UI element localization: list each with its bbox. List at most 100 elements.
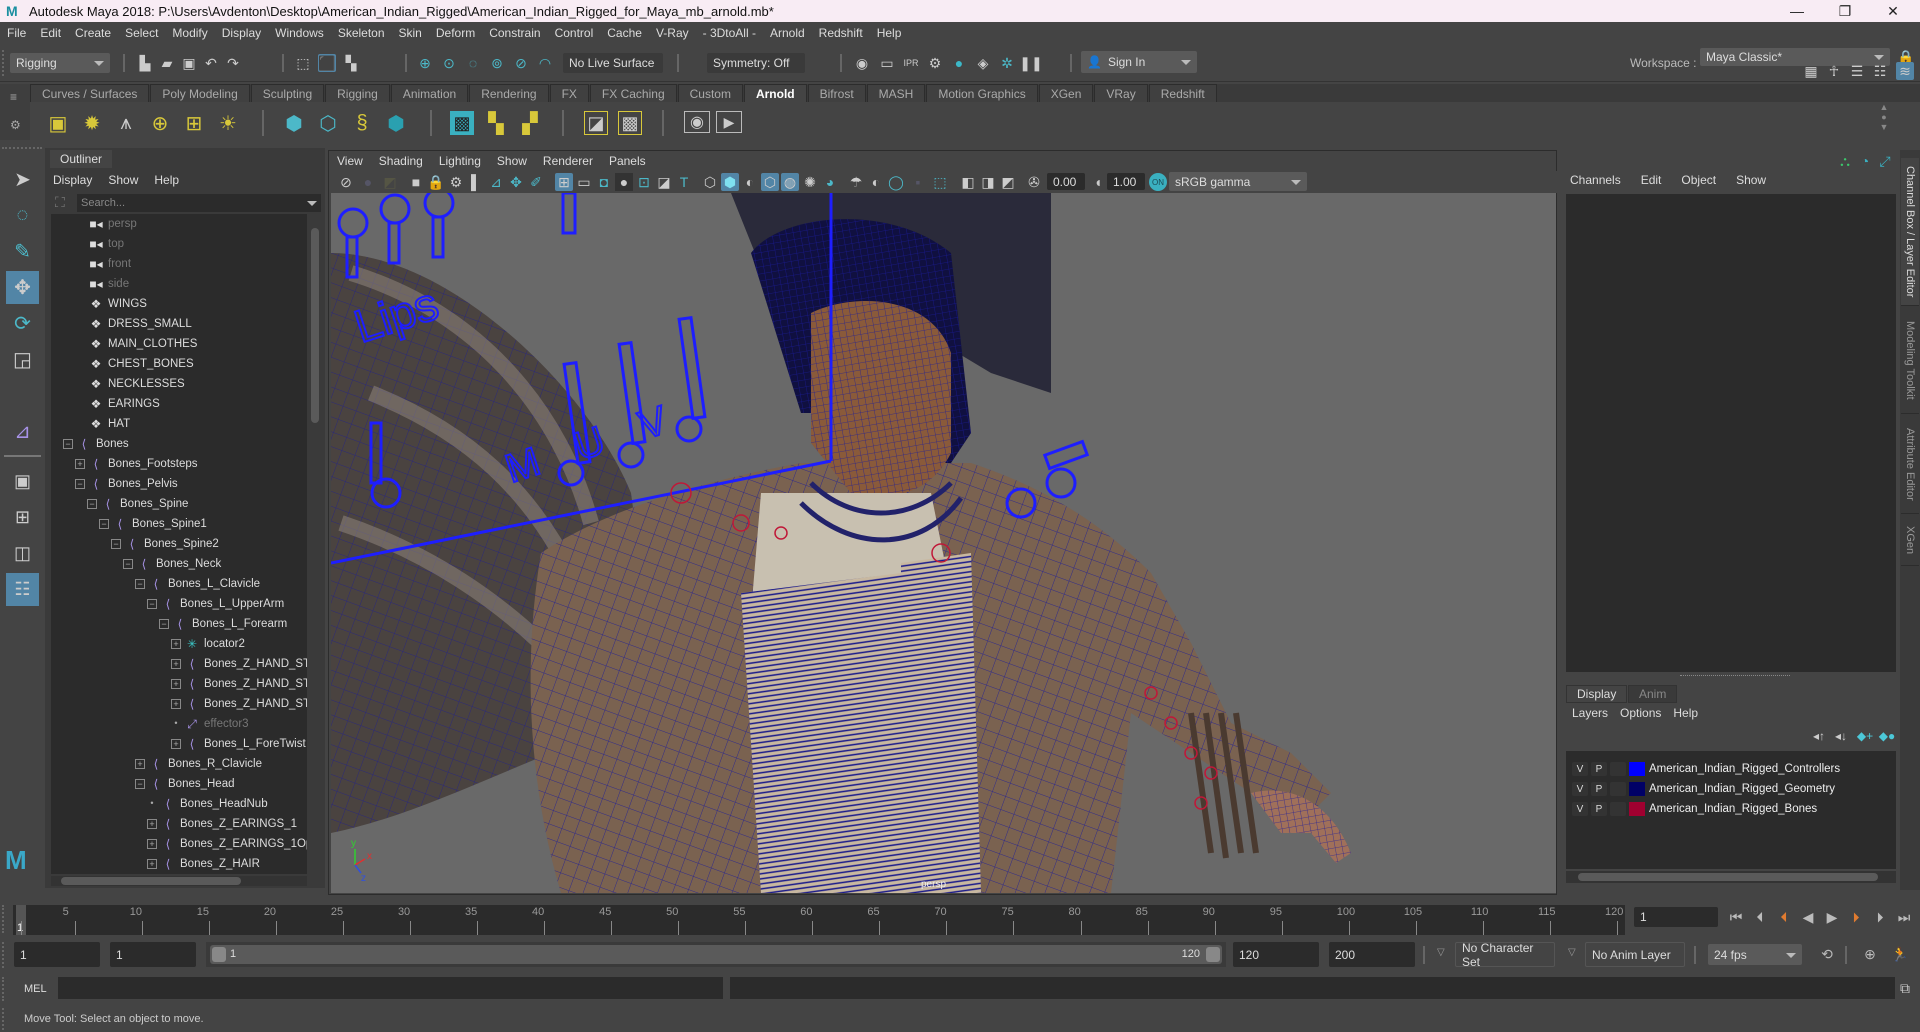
photometric-light-icon[interactable]: ⩚: [114, 111, 138, 135]
outliner-row[interactable]: − ⟨ Bones_L_Forearm: [159, 614, 287, 634]
txmanager-icon[interactable]: ◪: [584, 111, 608, 135]
layer-menu-layers[interactable]: Layers: [1566, 706, 1614, 720]
shelf-tab-rendering[interactable]: Rendering: [469, 84, 549, 102]
outliner-row[interactable]: + ⟨ Bones_L_ForeTwist: [171, 734, 306, 754]
side-tab-channel-box[interactable]: Channel Box / Layer Editor: [1901, 158, 1919, 306]
outliner-row[interactable]: − ⟨ Bones_L_Clavicle: [135, 574, 260, 594]
outliner-row[interactable]: ❖ DRESS_SMALL: [75, 314, 192, 334]
new-layer-selected-icon[interactable]: ◆●: [1878, 727, 1896, 745]
view-transform-dropdown[interactable]: sRGB gamma: [1169, 172, 1307, 191]
channel-box-menu-show[interactable]: Show: [1726, 173, 1776, 187]
range-bar[interactable]: 1 120: [210, 945, 1222, 964]
isolate-select-icon[interactable]: ⬚: [931, 173, 949, 191]
collapse-icon[interactable]: −: [159, 619, 169, 629]
motion-blur-icon[interactable]: ◐: [867, 173, 885, 191]
shelf-tab-rigging[interactable]: Rigging: [325, 84, 390, 102]
symmetry-dropdown[interactable]: Symmetry: Off: [707, 53, 805, 73]
outliner-horizontal-scrollbar[interactable]: [51, 876, 307, 886]
grid-icon[interactable]: ⊞: [555, 173, 573, 191]
outliner-row[interactable]: ❖ CHEST_BONES: [75, 354, 194, 374]
render-setup-icon[interactable]: ◈: [974, 54, 992, 72]
anim-layer-dropdown[interactable]: No Anim Layer: [1585, 942, 1685, 967]
character-controls-icon[interactable]: ☥: [1825, 62, 1843, 80]
layer-visibility-toggle[interactable]: V: [1572, 762, 1588, 776]
tool-settings-icon[interactable]: ☷: [1871, 62, 1889, 80]
hypershade-icon[interactable]: ●: [950, 54, 968, 72]
outliner-menu-show[interactable]: Show: [100, 173, 146, 187]
select-by-hierarchy-icon[interactable]: ⬚: [294, 54, 312, 72]
menu-3dtoall[interactable]: - 3DtoAll -: [696, 26, 763, 40]
live-surface-field[interactable]: No Live Surface: [563, 53, 663, 73]
modeling-toolkit-icon[interactable]: ▦: [1802, 62, 1820, 80]
layer-color-swatch[interactable]: [1629, 802, 1645, 816]
menu-create[interactable]: Create: [68, 26, 118, 40]
expand-icon[interactable]: +: [147, 839, 157, 849]
menu-display[interactable]: Display: [215, 26, 268, 40]
menu-deform[interactable]: Deform: [429, 26, 482, 40]
exposure-field[interactable]: 0.00: [1047, 173, 1085, 190]
shelf-tab-motion-graphics[interactable]: Motion Graphics: [926, 84, 1038, 102]
exposure-icon[interactable]: ✇: [1025, 173, 1043, 191]
outliner-row[interactable]: ❖ NECKLESSES: [75, 374, 185, 394]
collapse-icon[interactable]: −: [147, 599, 157, 609]
side-tab-modeling-toolkit[interactable]: Modeling Toolkit: [1901, 308, 1919, 414]
physical-sky-icon[interactable]: ☀: [216, 111, 240, 135]
select-camera-icon[interactable]: ⊘: [337, 173, 355, 191]
outliner-row[interactable]: − ⟨ Bones_Neck: [123, 554, 221, 574]
outliner-layout-icon[interactable]: ☷: [6, 573, 39, 606]
render-settings-icon[interactable]: ⚙: [926, 54, 944, 72]
character-set-menu-icon[interactable]: ▽: [1437, 947, 1445, 958]
select-by-component-icon[interactable]: ▚: [342, 54, 360, 72]
xray-icon[interactable]: ◧: [959, 173, 977, 191]
layer-playback-toggle[interactable]: P: [1591, 762, 1607, 776]
save-scene-icon[interactable]: ▣: [180, 54, 198, 72]
gamma-field[interactable]: 1.00: [1107, 173, 1145, 190]
expand-icon[interactable]: +: [75, 459, 85, 469]
show-manipulator-icon[interactable]: ⊿: [6, 415, 39, 448]
collapse-icon[interactable]: −: [63, 439, 73, 449]
bookmarks-icon[interactable]: ◩: [381, 173, 399, 191]
shelf-tab-mash[interactable]: MASH: [866, 84, 926, 102]
layer-row[interactable]: V P American_Indian_Rigged_Controllers: [1566, 759, 1896, 779]
anim-layer-menu-icon[interactable]: ▽: [1568, 947, 1576, 958]
shelf-tab-poly-modeling[interactable]: Poly Modeling: [150, 84, 250, 102]
depth-icon[interactable]: ⊿: [487, 173, 505, 191]
time-slider-track[interactable]: 1 51015202530354045505560657075808590951…: [13, 905, 1625, 935]
animation-start-field[interactable]: 1: [14, 942, 100, 967]
scrollbar-thumb[interactable]: [311, 228, 319, 423]
viewport-menu-lighting[interactable]: Lighting: [431, 154, 489, 168]
menu-vray[interactable]: V-Ray: [649, 26, 696, 40]
menu-select[interactable]: Select: [118, 26, 165, 40]
camera-attributes-icon[interactable]: ●: [359, 173, 377, 191]
shelf-tab-fx-caching[interactable]: FX Caching: [589, 84, 677, 102]
curve-collector-icon[interactable]: §: [350, 111, 374, 135]
channel-box-menu-object[interactable]: Object: [1671, 173, 1726, 187]
menu-set-dropdown[interactable]: Rigging: [10, 53, 110, 73]
expand-icon[interactable]: +: [147, 859, 157, 869]
wireframe-on-shaded-icon[interactable]: ⬡: [761, 173, 779, 191]
layer-display-type-toggle[interactable]: [1610, 762, 1626, 776]
undo-icon[interactable]: ↶: [202, 54, 220, 72]
shelf-tab-curves-surfaces[interactable]: Curves / Surfaces: [30, 84, 150, 102]
range-start-handle[interactable]: [212, 947, 226, 962]
outliner-row[interactable]: + ⟨ Bones_Z_EARINGS_1Op: [147, 834, 307, 854]
splitter-handle[interactable]: [1680, 675, 1790, 677]
menu-arnold[interactable]: Arnold: [763, 26, 812, 40]
layer-display-type-toggle[interactable]: [1610, 802, 1626, 816]
resolution-gate-icon[interactable]: ◘: [595, 173, 613, 191]
collapse-icon[interactable]: −: [99, 519, 109, 529]
shelf-tab-animation[interactable]: Animation: [390, 84, 469, 102]
play-backwards-icon[interactable]: ◀: [1797, 903, 1819, 931]
outliner-row[interactable]: ■◂ persp: [75, 214, 136, 234]
safe-action-icon[interactable]: ◪: [655, 173, 673, 191]
skydome-light-icon[interactable]: ⊕: [148, 111, 172, 135]
viewport-menu-show[interactable]: Show: [489, 154, 535, 168]
side-tab-attribute-editor[interactable]: Attribute Editor: [1901, 416, 1919, 514]
render-sequence-icon[interactable]: ▶: [716, 111, 742, 133]
xray-active-components-icon[interactable]: ◨: [979, 173, 997, 191]
channel-box-menu-channels[interactable]: Channels: [1560, 173, 1631, 187]
rotate-tool-icon[interactable]: ⟳: [6, 307, 39, 340]
manipulator-icon[interactable]: ⛬: [1836, 152, 1854, 170]
light-portal-icon[interactable]: ⊞: [182, 111, 206, 135]
animation-preferences-icon[interactable]: 🏃: [1889, 940, 1911, 968]
